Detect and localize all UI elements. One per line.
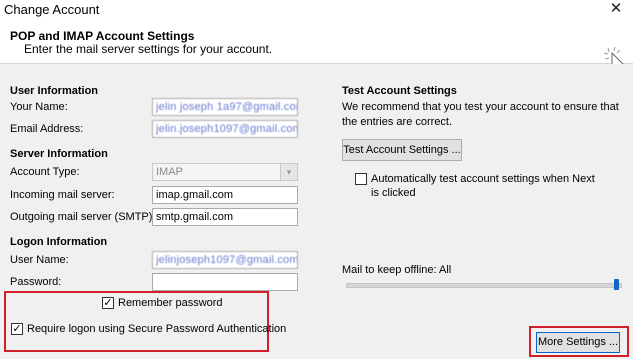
your-name-field[interactable]: jеlin jоsеph 1а97@gmail.com <box>152 98 298 116</box>
server-info-heading: Server Information <box>10 148 108 160</box>
user-name-label: User Name: <box>10 254 69 266</box>
remember-password-label[interactable]: Remember password <box>118 297 223 309</box>
checkmark-icon: ✓ <box>103 297 113 309</box>
spa-label[interactable]: Require logon using Secure Password Auth… <box>27 323 286 335</box>
account-type-label: Account Type: <box>10 166 80 178</box>
incoming-server-field[interactable]: imap.gmail.com <box>152 186 298 204</box>
test-settings-description: We recommend that you test your account … <box>342 101 619 128</box>
auto-test-checkbox[interactable] <box>355 173 367 185</box>
password-label: Password: <box>10 276 62 288</box>
spa-checkbox[interactable]: ✓ <box>11 323 23 335</box>
mail-offline-label: Mail to keep offline: <box>342 264 437 276</box>
more-settings-button[interactable]: More Settings ... <box>536 332 620 353</box>
offline-slider-track[interactable] <box>346 283 622 288</box>
account-type-value: IMAP <box>156 166 183 178</box>
account-type-select: IMAP ▾ <box>152 163 298 181</box>
email-address-field[interactable]: jelin.jоsеph1097@gmail.com <box>152 120 298 138</box>
test-settings-heading: Test Account Settings <box>342 85 457 97</box>
outgoing-server-field[interactable]: smtp.gmail.com <box>152 208 298 226</box>
checkmark-icon: ✓ <box>12 323 22 335</box>
mail-offline-value: All <box>439 264 452 276</box>
password-field[interactable] <box>152 273 298 291</box>
user-name-field[interactable]: jelinjoseph1097@gmail.com <box>152 251 298 269</box>
outgoing-server-label: Outgoing mail server (SMTP): <box>10 211 156 223</box>
remember-password-checkbox[interactable]: ✓ <box>102 297 114 309</box>
header-subtitle: Enter the mail server settings for your … <box>24 42 273 56</box>
incoming-server-label: Incoming mail server: <box>10 189 115 201</box>
test-account-settings-button[interactable]: Test Account Settings ... <box>342 139 462 161</box>
title-bar: Change Account ✕ <box>0 0 633 20</box>
window-title: Change Account <box>4 2 100 17</box>
email-address-label: Email Address: <box>10 123 84 135</box>
offline-slider-thumb[interactable] <box>614 279 619 290</box>
your-name-label: Your Name: <box>10 101 68 113</box>
close-icon[interactable]: ✕ <box>605 0 627 20</box>
auto-test-label[interactable]: Automatically test account settings when… <box>371 172 596 200</box>
user-info-heading: User Information <box>10 85 99 97</box>
header-title: POP and IMAP Account Settings <box>10 29 195 43</box>
dialog-header: POP and IMAP Account Settings Enter the … <box>0 20 633 74</box>
chevron-down-icon: ▾ <box>280 164 297 180</box>
logon-info-heading: Logon Information <box>10 236 108 248</box>
